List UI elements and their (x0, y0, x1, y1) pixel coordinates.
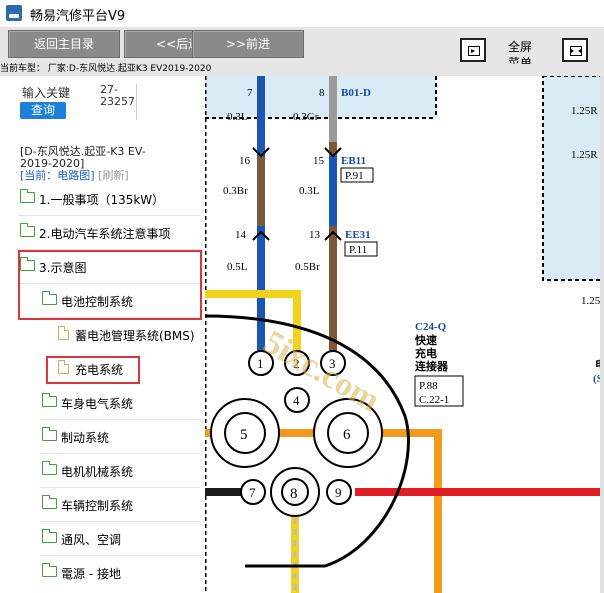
wire-spec: 1.25 (581, 295, 601, 307)
fullscreen-button[interactable] (460, 38, 486, 62)
pin-7: 7 (240, 479, 266, 505)
tree-item-label: 制动系统 (61, 431, 110, 445)
vehicle-breadcrumb: [D-东风悦达.起亚-K3 EV- 2019-2020] [当前：电路图] [刷… (20, 146, 190, 182)
page-ref[interactable]: P.88 (419, 380, 438, 392)
connector-desc: 连接器 (415, 359, 449, 373)
pin-number: 7 (249, 485, 256, 500)
connector-label: C24-Q (415, 321, 447, 333)
refresh-link[interactable]: [刷新] (98, 169, 129, 182)
tree-item-label: 1.一般事项（135kW） (39, 193, 165, 207)
pin-label: 8 (319, 87, 325, 99)
pin-label: 15 (313, 155, 325, 167)
pin-number: 8 (290, 486, 298, 502)
wire-spec: 0.3Gr (293, 111, 319, 123)
pin-5: 5 (210, 398, 280, 468)
wiring-diagram[interactable]: 7 8 0.3L 0.3Gr 16 15 0.3Br 0.3L 14 13 0.… (205, 76, 604, 593)
page-ref[interactable]: C.22-1 (419, 394, 449, 406)
watermark-text: 5ixc.com (257, 324, 386, 420)
connector-label: EE31 (345, 229, 371, 241)
connector-label: EB11 (341, 155, 366, 167)
toolbar: 返回主目录 <<后退. >>前进 全屏 菜单 (0, 27, 604, 70)
wire-spec: 0.5L (227, 261, 248, 273)
connector-chevrons (252, 147, 342, 158)
folder-icon (20, 223, 35, 237)
fullscreen-label: 全屏 (508, 40, 533, 54)
folder-icon (20, 189, 35, 203)
page-ref[interactable]: P.91 (345, 170, 364, 182)
tree-item-label: 通风、空调 (61, 533, 122, 547)
wire-spec: 0.3L (227, 111, 248, 123)
tree-item-label: 蓄电池管理系统(BMS) (75, 329, 195, 343)
pin-label: 14 (235, 229, 247, 241)
app-title: 畅易汽修平台V9 (30, 9, 126, 24)
breadcrumb-current[interactable]: [当前：电路图] (20, 169, 95, 182)
tree-item-hvac[interactable]: 通风、空调 (40, 522, 201, 556)
keyword-input[interactable]: 27- 23257 (100, 84, 136, 108)
pin-label: 7 (247, 87, 253, 99)
current-vehicle-info: 当前车型： 厂家:D-东风悦达.起亚K3 EV2019-2020 (0, 64, 604, 76)
tree-item-brake[interactable]: 制动系统 (40, 420, 201, 454)
page-ref[interactable]: P.11 (349, 244, 367, 256)
pin-label: 16 (239, 155, 251, 167)
folder-icon (42, 529, 57, 543)
app-icon (6, 5, 22, 21)
split-icon (570, 46, 582, 56)
pin-label: 13 (309, 229, 321, 241)
divider (136, 84, 137, 120)
connector-desc: 快速 (414, 333, 437, 347)
pin-number: 5 (240, 427, 248, 443)
tree-item-motor-mechanical[interactable]: 电机机械系统 (40, 454, 201, 488)
tree-item-bms[interactable]: 蓄电池管理系统(BMS) (56, 318, 201, 351)
vertical-scrollbar[interactable] (600, 76, 604, 593)
fullscreen-icon (468, 46, 480, 56)
tree-item-ev-notes[interactable]: 2.电动汽车系统注意事项 (18, 216, 201, 250)
folder-icon (42, 393, 57, 407)
document-icon (58, 326, 69, 340)
forward-button[interactable]: >>前进 (192, 30, 304, 58)
pin-number: 9 (335, 485, 342, 500)
pin-number: 4 (293, 393, 300, 408)
tree-item-power-ground[interactable]: 電源 - 接地 (40, 556, 201, 589)
tree-item-label: 電源 - 接地 (61, 567, 121, 581)
wire-spec: 1.25R (571, 105, 598, 117)
pin-9: 9 (326, 479, 352, 505)
tree-item-label: 车辆控制系统 (61, 499, 134, 513)
pin-4: 4 (284, 387, 310, 413)
highlight-box-schematic (18, 250, 202, 320)
folder-icon (42, 461, 57, 475)
tree-item-general[interactable]: 1.一般事项（135kW） (18, 182, 201, 216)
connector-label: B01-D (341, 87, 371, 99)
menu-toggle-button[interactable] (562, 38, 588, 62)
connector-desc: 充电 (415, 346, 437, 360)
pin-number: 6 (343, 427, 351, 443)
tree-item-label: 电机机械系统 (61, 465, 134, 479)
wire-spec: 0.3Br (223, 185, 248, 197)
wire-spec: 1.25R (571, 149, 598, 161)
query-button[interactable]: 查询 (20, 102, 66, 119)
highlight-box-charging (46, 356, 140, 384)
keyword-value-line2: 23257 (100, 95, 135, 108)
pin-8: 8 (270, 467, 320, 517)
back-to-main-button[interactable]: 返回主目录 (8, 30, 120, 58)
keyword-label: 输入关键 (22, 86, 71, 100)
tree-item-label: 2.电动汽车系统注意事项 (39, 227, 171, 241)
wire-spec: 0.5Br (295, 261, 320, 273)
wire-spec: 0.3L (299, 185, 320, 197)
tree-item-label: 车身电气系统 (61, 397, 134, 411)
folder-icon (42, 427, 57, 441)
tree-item-vehicle-control[interactable]: 车辆控制系统 (40, 488, 201, 522)
wiring-diagram-svg: 7 8 0.3L 0.3Gr 16 15 0.3Br 0.3L 14 13 0.… (205, 76, 604, 593)
folder-icon (42, 563, 57, 577)
folder-icon (42, 495, 57, 509)
tree-item-body-electrical[interactable]: 车身电气系统 (40, 386, 201, 420)
connector-chevrons (252, 230, 342, 241)
sidebar: 输入关键 27- 23257 查询 [D-东风悦达.起亚-K3 EV- 2019… (0, 76, 205, 593)
title-bar: 畅易汽修平台V9 (0, 0, 604, 28)
